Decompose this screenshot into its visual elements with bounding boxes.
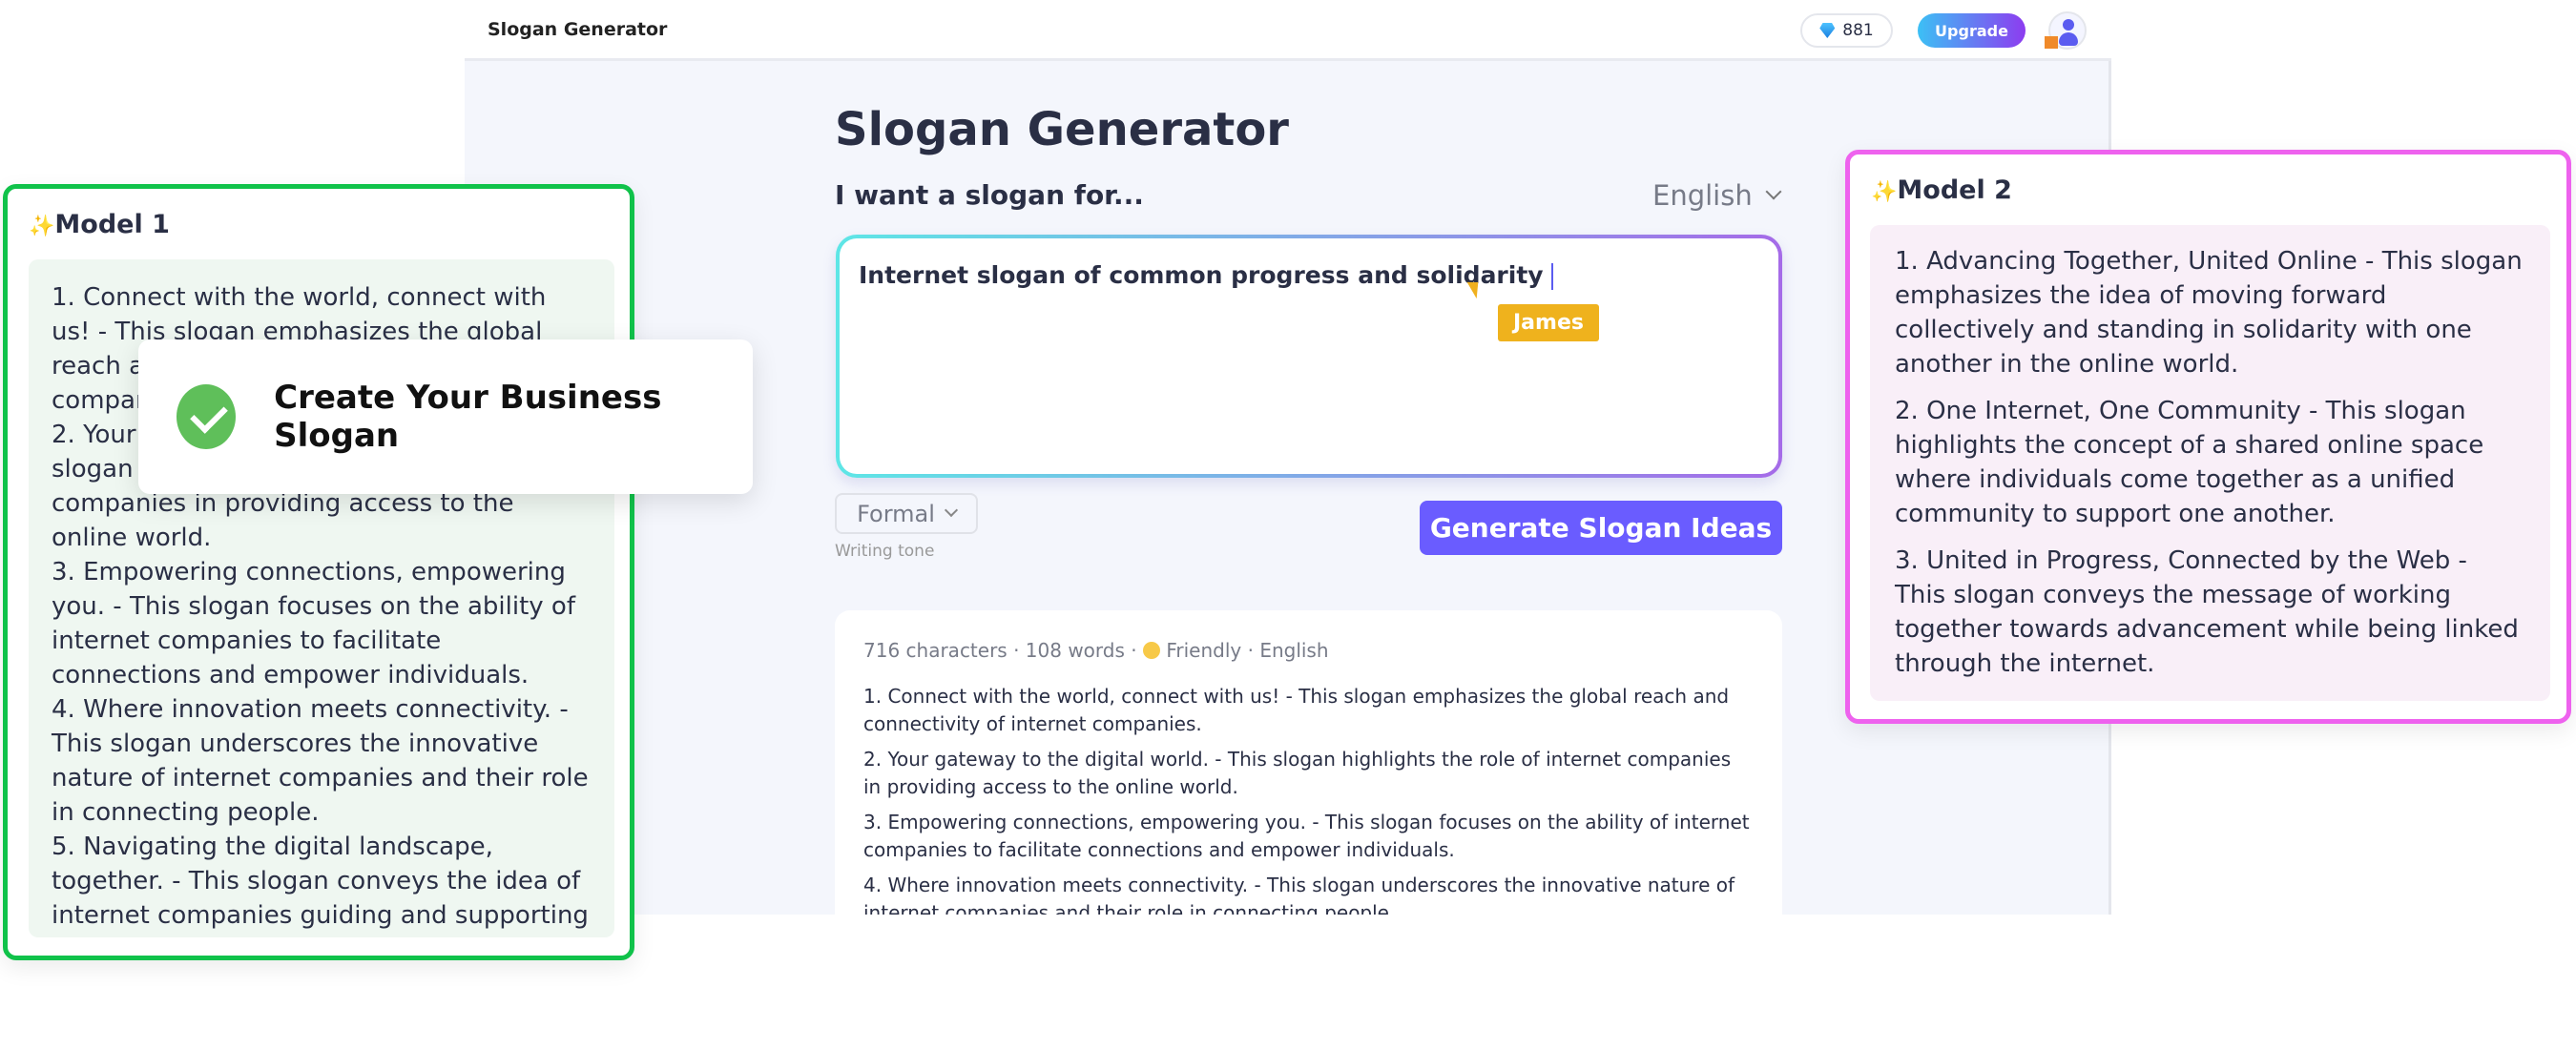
sparkles-icon: ✨ (1871, 180, 1898, 204)
avatar[interactable] (2045, 11, 2087, 50)
gems-count: 881 (1842, 21, 1874, 40)
page-title: Slogan Generator (835, 103, 1289, 156)
list-item: 3. United in Progress, Connected by the … (1895, 546, 2519, 678)
popup-text: Create Your Business Slogan (274, 379, 662, 455)
success-popup: Create Your Business Slogan (138, 339, 753, 494)
upgrade-button[interactable]: Upgrade (1918, 13, 2025, 48)
slogan-input[interactable]: Internet slogan of common progress and s… (836, 235, 1782, 478)
list-item: 4. Where innovation meets connectivity. … (52, 695, 589, 827)
diamond-icon (1819, 23, 1836, 38)
result-card: 716 characters · 108 words · Friendly · … (835, 610, 1782, 915)
tone-value: Formal (857, 500, 935, 527)
slogan-input-value[interactable]: Internet slogan of common progress and s… (859, 261, 1544, 289)
meta-tone-language: Friendly · English (1166, 639, 1329, 662)
gems-counter[interactable]: 881 (1800, 13, 1893, 48)
collaborator-tag: James (1498, 304, 1599, 341)
language-select[interactable]: English (1652, 179, 1782, 212)
sparkles-icon: ✨ (29, 215, 55, 238)
result-item: 4. Where innovation meets connectivity. … (863, 874, 1735, 915)
list-item: 2. One Internet, One Community - This sl… (1895, 397, 2484, 528)
list-item: 3. Empowering connections, empowering yo… (52, 558, 575, 689)
check-circle-icon (177, 384, 237, 449)
meta-counts: 716 characters · 108 words · (863, 639, 1143, 662)
generate-button[interactable]: Generate Slogan Ideas (1420, 501, 1782, 555)
model-1-card: ✨Model 1 1. Connect with the world, conn… (3, 184, 634, 960)
discount-badge-icon (2045, 36, 2058, 49)
result-item: 3. Empowering connections, empowering yo… (863, 811, 1750, 861)
list-item: 5. Navigating the digital landscape, tog… (52, 833, 589, 937)
model-2-title: ✨Model 2 (1871, 175, 2012, 205)
model-2-card: ✨Model 2 1. Advancing Together, United O… (1845, 150, 2571, 724)
model-2-output: 1. Advancing Together, United Online - T… (1870, 225, 2550, 701)
list-item: 1. Advancing Together, United Online - T… (1895, 247, 2523, 379)
chevron-down-icon (1765, 183, 1782, 200)
smile-emoji-icon (1142, 642, 1160, 659)
prompt-label: I want a slogan for... (835, 179, 1144, 211)
language-value: English (1652, 179, 1753, 212)
tone-select[interactable]: Formal (835, 493, 978, 534)
tone-label: Writing tone (835, 542, 935, 561)
result-item: 1. Connect with the world, connect with … (863, 685, 1730, 735)
result-item: 2. Your gateway to the digital world. - … (863, 748, 1732, 798)
model-1-title-text: Model 1 (54, 210, 170, 239)
text-caret (1550, 263, 1553, 290)
chevron-down-icon (944, 503, 958, 517)
result-meta: 716 characters · 108 words · Friendly · … (863, 639, 1754, 662)
app-title: Slogan Generator (488, 19, 668, 40)
top-bar: Slogan Generator 881 Upgrade (465, 0, 2111, 61)
model-2-title-text: Model 2 (1897, 175, 2012, 205)
model-1-title: ✨Model 1 (29, 210, 170, 239)
